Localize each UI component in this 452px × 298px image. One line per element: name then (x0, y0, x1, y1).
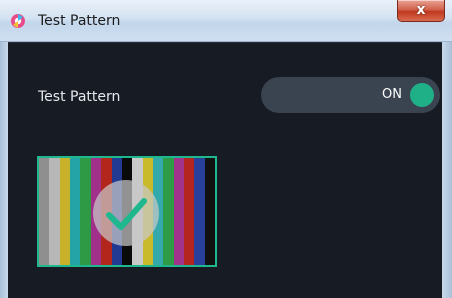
color-bar (163, 158, 174, 265)
color-bar (194, 158, 205, 265)
app-icon (11, 14, 25, 28)
color-bar (173, 158, 185, 265)
window-frame-left (0, 42, 8, 298)
toggle-knob (410, 83, 434, 107)
color-bar (204, 158, 215, 265)
color-bar (59, 158, 71, 265)
window-frame-right (442, 42, 452, 298)
close-icon: x (416, 2, 426, 18)
title-bar[interactable]: Test Pattern x (0, 0, 452, 42)
color-bar (80, 158, 91, 265)
toggle-state-label: ON (382, 87, 402, 102)
test-pattern-label: Test Pattern (38, 89, 121, 105)
test-pattern-window: Test Pattern x Test Pattern ON (0, 0, 452, 298)
window-title: Test Pattern (38, 13, 121, 29)
checkmark-icon (93, 180, 159, 246)
test-pattern-toggle[interactable]: ON (261, 77, 440, 113)
color-bar (70, 158, 81, 265)
color-bars-pattern-thumbnail[interactable] (37, 156, 217, 267)
color-bar (39, 158, 50, 265)
close-button[interactable]: x (397, 0, 445, 22)
color-bar (184, 158, 195, 265)
color-bar (49, 158, 60, 265)
content-panel: Test Pattern ON (8, 42, 442, 298)
